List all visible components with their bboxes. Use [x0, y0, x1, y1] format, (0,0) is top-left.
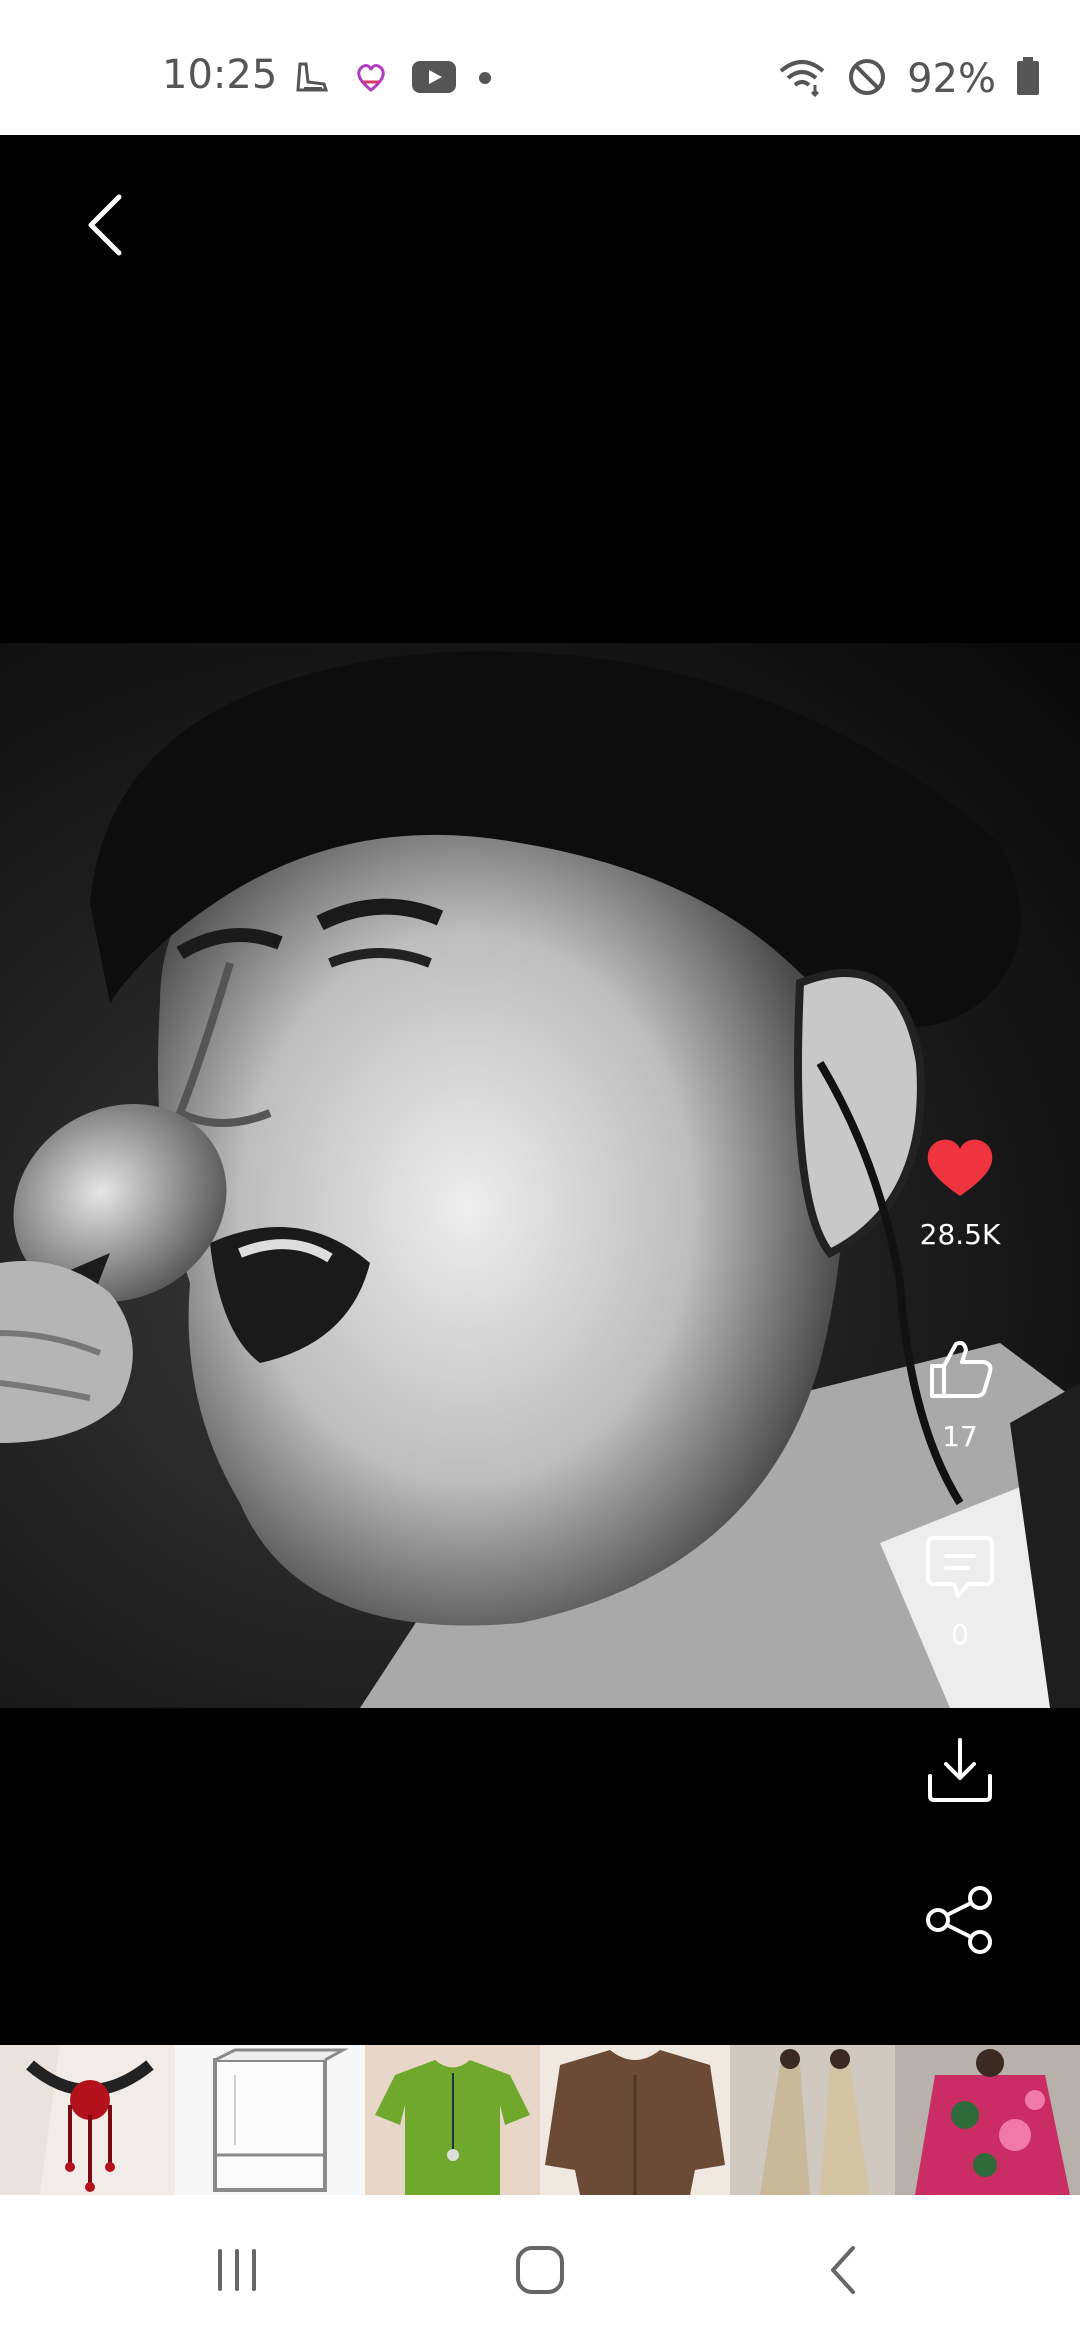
like-action[interactable]: 17 — [900, 1330, 1020, 1453]
dot-icon — [478, 70, 492, 89]
product-thumb-brown-linen-top[interactable] — [540, 2045, 730, 2195]
back-button[interactable] — [70, 190, 140, 260]
home-button[interactable] — [500, 2235, 580, 2305]
back-arrow-icon — [831, 2246, 855, 2294]
battery-icon — [1016, 57, 1040, 101]
do-not-disturb-icon — [847, 57, 887, 101]
youtube-icon — [412, 61, 456, 97]
status-bar: 10:25 92% — [0, 0, 1080, 135]
nav-back-button[interactable] — [803, 2235, 883, 2305]
product-strip — [0, 2045, 1080, 2195]
heart-app-icon — [352, 58, 390, 100]
heart-icon — [927, 1139, 993, 1196]
favorite-action[interactable]: 28.5K — [900, 1128, 1020, 1251]
comment-count: 0 — [951, 1618, 969, 1651]
product-thumb-green-blouse[interactable] — [365, 2045, 540, 2195]
share-action[interactable] — [900, 1880, 1020, 1960]
recent-apps-button[interactable] — [197, 2235, 277, 2305]
download-icon — [928, 1738, 992, 1802]
recent-apps-icon — [218, 2249, 256, 2291]
status-time: 10:25 — [162, 52, 278, 98]
thumbs-up-icon — [930, 1340, 993, 1398]
comment-icon — [926, 1536, 994, 1598]
navigation-bar — [0, 2195, 1080, 2340]
comment-action[interactable]: 0 — [900, 1528, 1020, 1651]
product-thumb-pink-floral-dress[interactable] — [895, 2045, 1080, 2195]
status-icons-right: 92% — [777, 56, 1040, 102]
battery-percent: 92% — [907, 56, 996, 102]
wifi-icon — [777, 57, 827, 101]
status-icons-left — [292, 58, 492, 100]
chevron-left-icon — [88, 194, 122, 256]
download-action[interactable] — [900, 1730, 1020, 1810]
like-count: 17 — [942, 1420, 978, 1453]
product-thumb-white-cabinet[interactable] — [175, 2045, 365, 2195]
favorite-count: 28.5K — [919, 1218, 1001, 1251]
product-thumb-beige-dress-set[interactable] — [730, 2045, 895, 2195]
screen: 10:25 92% 28.5K 17 0 — [0, 0, 1080, 2340]
home-icon — [516, 2246, 564, 2294]
share-icon — [926, 1886, 992, 1954]
boot-icon — [292, 58, 330, 100]
product-thumb-red-rose-choker[interactable] — [0, 2045, 175, 2195]
